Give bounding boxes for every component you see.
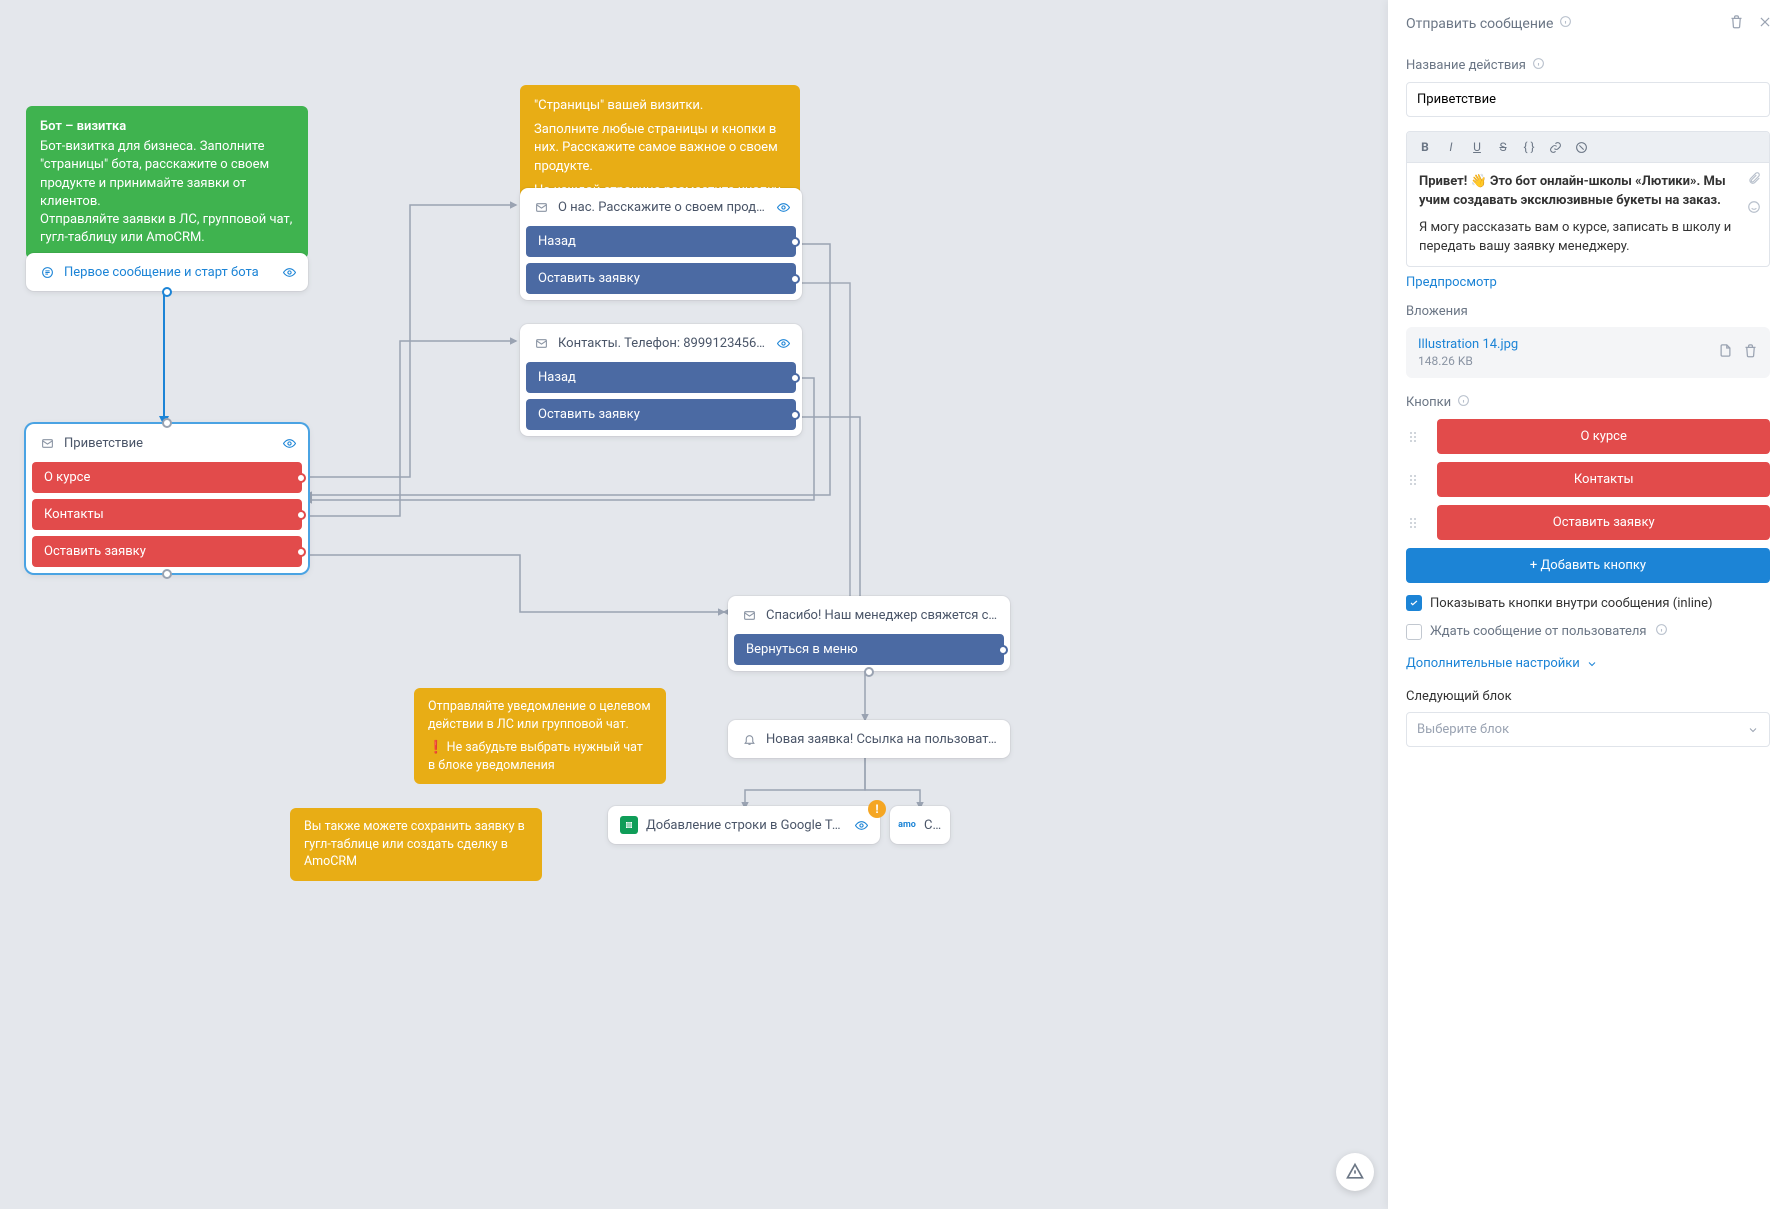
info-icon[interactable]: [1559, 15, 1572, 32]
drag-handle[interactable]: [1406, 518, 1419, 528]
panel-btn-contacts[interactable]: Контакты: [1437, 462, 1770, 497]
block-greeting-label: Приветствие: [64, 436, 275, 451]
eye-icon[interactable]: [777, 337, 790, 350]
note-intro: Бот – визитка Бот-визитка для бизнеса. З…: [26, 106, 308, 259]
file-icon[interactable]: [1718, 343, 1733, 362]
block-contacts[interactable]: Контакты. Телефон: 89991234567 Наш адре.…: [520, 324, 802, 436]
help-button[interactable]: [1336, 1153, 1374, 1191]
bold-button[interactable]: B: [1413, 136, 1437, 158]
add-button[interactable]: + Добавить кнопку: [1406, 548, 1770, 583]
panel-btn-request[interactable]: Оставить заявку: [1437, 505, 1770, 540]
chevron-down-icon: [1747, 724, 1759, 736]
amocrm-icon: amo: [898, 816, 916, 834]
clear-format-button[interactable]: [1569, 136, 1593, 158]
block-notify-label: Новая заявка! Ссылка на пользовате...: [766, 732, 998, 747]
about-btn-request[interactable]: Оставить заявку: [526, 263, 796, 294]
panel-title: Отправить сообщение: [1406, 16, 1553, 32]
contacts-btn-back[interactable]: Назад: [526, 362, 796, 393]
advanced-toggle[interactable]: Дополнительные настройки: [1406, 656, 1770, 671]
next-block-select[interactable]: Выберите блок: [1406, 712, 1770, 747]
eye-icon[interactable]: [283, 266, 296, 279]
message-icon: [38, 263, 56, 281]
block-greeting[interactable]: Приветствие О курсе Контакты Оставить за…: [26, 424, 308, 573]
emoji-icon[interactable]: [1747, 200, 1761, 221]
wait-checkbox[interactable]: [1406, 624, 1422, 640]
greeting-btn-course[interactable]: О курсе: [32, 462, 302, 493]
attachment-row: Illustration 14.jpg 148.26 KB: [1406, 327, 1770, 378]
buttons-label: Кнопки: [1406, 395, 1451, 410]
greeting-btn-request[interactable]: Оставить заявку: [32, 536, 302, 567]
attachment-name[interactable]: Illustration 14.jpg: [1418, 337, 1708, 352]
note-intro-title: Бот – визитка: [40, 118, 294, 136]
block-gsheet[interactable]: Добавление строки в Google Таблицу !: [608, 806, 880, 844]
settings-panel: Отправить сообщение Название действия B …: [1388, 0, 1788, 1209]
block-thanks[interactable]: Спасибо! Наш менеджер свяжется с... Верн…: [728, 596, 1010, 671]
info-icon[interactable]: [1457, 394, 1470, 411]
block-notify[interactable]: Новая заявка! Ссылка на пользовате...: [728, 720, 1010, 758]
gsheet-icon: [620, 816, 638, 834]
block-about[interactable]: О нас. Расскажите о своем продукте. Вы..…: [520, 188, 802, 300]
italic-button[interactable]: I: [1439, 136, 1463, 158]
note-notify: Отправляйте уведомление о целевом действ…: [414, 688, 666, 784]
attachments-label: Вложения: [1406, 304, 1468, 319]
mail-icon: [532, 334, 550, 352]
block-contacts-label: Контакты. Телефон: 89991234567 Наш адре.…: [558, 336, 769, 351]
drag-handle[interactable]: [1406, 475, 1419, 485]
eye-icon[interactable]: [855, 819, 868, 832]
info-icon[interactable]: [1532, 57, 1545, 74]
bell-icon: [740, 730, 758, 748]
preview-link[interactable]: Предпросмотр: [1406, 275, 1497, 290]
wait-check-label: Ждать сообщение от пользователя: [1430, 624, 1647, 639]
mail-icon: [740, 606, 758, 624]
info-icon[interactable]: [1655, 623, 1668, 640]
block-amo-label: С...: [924, 818, 942, 833]
block-start[interactable]: Первое сообщение и старт бота: [26, 253, 308, 291]
delete-button[interactable]: [1729, 14, 1744, 33]
delete-attachment-button[interactable]: [1743, 343, 1758, 362]
next-block-label: Следующий блок: [1406, 689, 1512, 704]
mail-icon: [38, 434, 56, 452]
strike-button[interactable]: S: [1491, 136, 1515, 158]
contacts-btn-request[interactable]: Оставить заявку: [526, 399, 796, 430]
attach-icon[interactable]: [1747, 171, 1761, 192]
eye-icon[interactable]: [777, 201, 790, 214]
greeting-btn-contacts[interactable]: Контакты: [32, 499, 302, 530]
attachment-size: 148.26 KB: [1418, 354, 1708, 368]
block-about-label: О нас. Расскажите о своем продукте. Вы..…: [558, 200, 769, 215]
block-amo[interactable]: amo С...: [890, 806, 950, 844]
note-save: Вы также можете сохранить заявку в гугл-…: [290, 808, 542, 881]
mail-icon: [532, 198, 550, 216]
note-intro-body: Бот-визитка для бизнеса. Заполните "стра…: [40, 138, 294, 247]
link-button[interactable]: [1543, 136, 1567, 158]
close-button[interactable]: [1758, 15, 1772, 33]
drag-handle[interactable]: [1406, 432, 1419, 442]
inline-check-label: Показывать кнопки внутри сообщения (inli…: [1430, 596, 1713, 611]
name-label: Название действия: [1406, 58, 1526, 73]
code-button[interactable]: { }: [1517, 136, 1541, 158]
block-gsheet-label: Добавление строки в Google Таблицу: [646, 818, 847, 833]
message-editor[interactable]: B I U S { } Привет! 👋 Это бот онлайн-шко…: [1406, 131, 1770, 267]
block-start-label: Первое сообщение и старт бота: [64, 265, 275, 280]
alert-badge-icon: !: [868, 800, 886, 818]
panel-btn-course[interactable]: О курсе: [1437, 419, 1770, 454]
underline-button[interactable]: U: [1465, 136, 1489, 158]
action-name-input[interactable]: [1406, 82, 1770, 117]
eye-icon[interactable]: [283, 437, 296, 450]
block-thanks-label: Спасибо! Наш менеджер свяжется с...: [766, 608, 998, 623]
thanks-btn-menu[interactable]: Вернуться в меню: [734, 634, 1004, 665]
inline-checkbox[interactable]: [1406, 595, 1422, 611]
about-btn-back[interactable]: Назад: [526, 226, 796, 257]
